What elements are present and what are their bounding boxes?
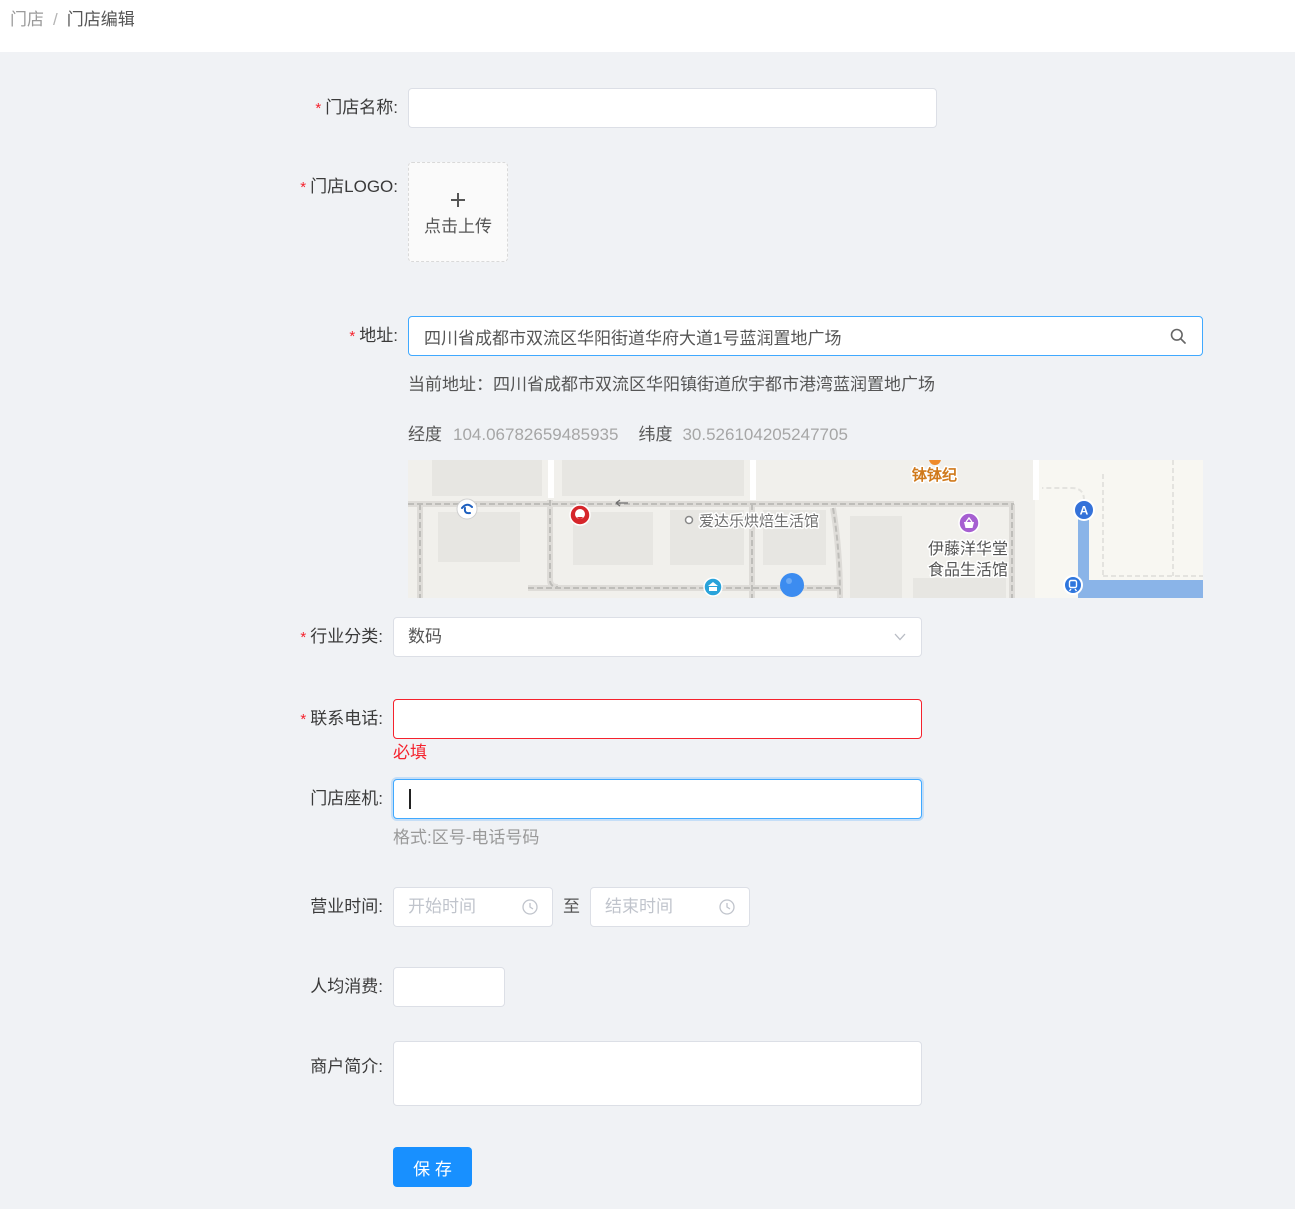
poi-label-ito-line1[interactable]: 伊藤洋华堂 — [927, 539, 1010, 560]
intro-label-text: 商户简介: — [310, 1057, 383, 1076]
landline-input[interactable] — [393, 779, 922, 819]
phone-error-message: 必填 — [393, 743, 427, 762]
latitude-value: 30.526104205247705 — [682, 425, 848, 444]
industry-select[interactable]: 数码 — [393, 617, 922, 657]
breadcrumb-item-store-edit: 门店编辑 — [66, 10, 135, 29]
logo-label: * 门店LOGO: — [200, 167, 398, 207]
time-range-separator: 至 — [563, 897, 580, 916]
current-address: 当前地址：四川省成都市双流区华阳镇街道欣宇都市港湾蓝润置地广场 — [408, 373, 935, 397]
intro-label: 商户简介: — [200, 1047, 383, 1087]
china-telecom-icon[interactable] — [456, 498, 478, 520]
poi-label-ito-line2[interactable]: 食品生活馆 — [927, 560, 1010, 581]
hours-label-text: 营业时间: — [310, 897, 383, 916]
landline-label: 门店座机: — [200, 779, 383, 819]
clock-icon — [719, 899, 735, 915]
start-time-input[interactable] — [394, 888, 522, 926]
kfc-icon[interactable] — [569, 504, 591, 526]
location-pin-icon[interactable] — [780, 573, 804, 597]
top-bar: 门店 / 门店编辑 — [0, 0, 1295, 52]
marker-a-icon[interactable]: A — [1073, 499, 1095, 521]
breadcrumb: 门店 / 门店编辑 — [10, 8, 135, 32]
logo-upload-button[interactable]: 点击上传 — [408, 162, 508, 262]
poi-label-bobo[interactable]: 钵钵纪 — [910, 465, 959, 486]
avg-spend-input[interactable] — [393, 967, 505, 1007]
chevron-down-icon — [894, 633, 906, 641]
end-time-picker[interactable] — [590, 887, 750, 927]
save-button[interactable]: 保 存 — [393, 1147, 472, 1187]
phone-label-text: 联系电话: — [310, 709, 383, 728]
avg-spend-label-text: 人均消费: — [310, 977, 383, 996]
required-mark: * — [315, 100, 322, 117]
shopping-icon[interactable] — [958, 512, 980, 534]
plus-icon — [451, 193, 465, 207]
end-time-input[interactable] — [591, 888, 719, 926]
current-address-label: 当前地址： — [408, 375, 493, 394]
intro-textarea[interactable] — [393, 1041, 922, 1106]
map-view[interactable]: 钵钵纪 爱达乐烘焙生活馆 伊藤洋华堂 食品生活馆 A — [408, 460, 1203, 598]
breadcrumb-item-store[interactable]: 门店 — [10, 8, 44, 32]
landline-label-text: 门店座机: — [310, 789, 383, 808]
latitude-label: 纬度 — [638, 425, 673, 444]
phone-label: * 联系电话: — [200, 699, 383, 739]
phone-input[interactable] — [393, 699, 922, 739]
current-address-value: 四川省成都市双流区华阳镇街道欣宇都市港湾蓝润置地广场 — [493, 375, 935, 394]
longitude-label: 经度 — [408, 425, 442, 444]
address-label: * 地址: — [200, 316, 398, 356]
start-time-picker[interactable] — [393, 887, 553, 927]
required-mark: * — [300, 179, 307, 196]
transit-icon[interactable] — [1063, 575, 1083, 595]
text-caret — [409, 789, 411, 809]
store-name-input[interactable] — [408, 88, 937, 128]
upload-text: 点击上传 — [424, 217, 492, 236]
breadcrumb-separator: / — [53, 10, 58, 29]
coordinates: 经度 104.06782659485935 纬度 30.526104205247705 — [408, 423, 848, 447]
poi-label-aidale[interactable]: 爱达乐烘焙生活馆 — [698, 512, 821, 532]
store-name-label: * 门店名称: — [200, 88, 398, 128]
industry-label: * 行业分类: — [200, 617, 383, 657]
avg-spend-label: 人均消费: — [200, 967, 383, 1007]
required-mark: * — [300, 629, 307, 646]
map-canvas[interactable]: 钵钵纪 爱达乐烘焙生活馆 伊藤洋华堂 食品生活馆 A — [408, 460, 1203, 598]
hours-label: 营业时间: — [200, 887, 383, 927]
industry-label-text: 行业分类: — [310, 627, 383, 646]
logo-label-text: 门店LOGO: — [310, 177, 398, 196]
store-name-label-text: 门店名称: — [325, 98, 398, 117]
address-label-text: 地址: — [359, 326, 398, 345]
clock-icon — [522, 899, 538, 915]
marker-a-letter: A — [1080, 504, 1089, 518]
map-right-area — [1035, 460, 1203, 598]
required-mark: * — [349, 328, 356, 345]
search-icon[interactable] — [1170, 328, 1186, 344]
industry-select-value: 数码 — [408, 627, 442, 646]
address-search-input[interactable] — [408, 316, 1203, 356]
required-mark: * — [300, 711, 307, 728]
landline-help-text: 格式:区号-电话号码 — [393, 828, 540, 847]
longitude-value: 104.06782659485935 — [453, 425, 619, 444]
poi-dot — [684, 515, 694, 525]
bank-icon[interactable] — [703, 577, 723, 597]
